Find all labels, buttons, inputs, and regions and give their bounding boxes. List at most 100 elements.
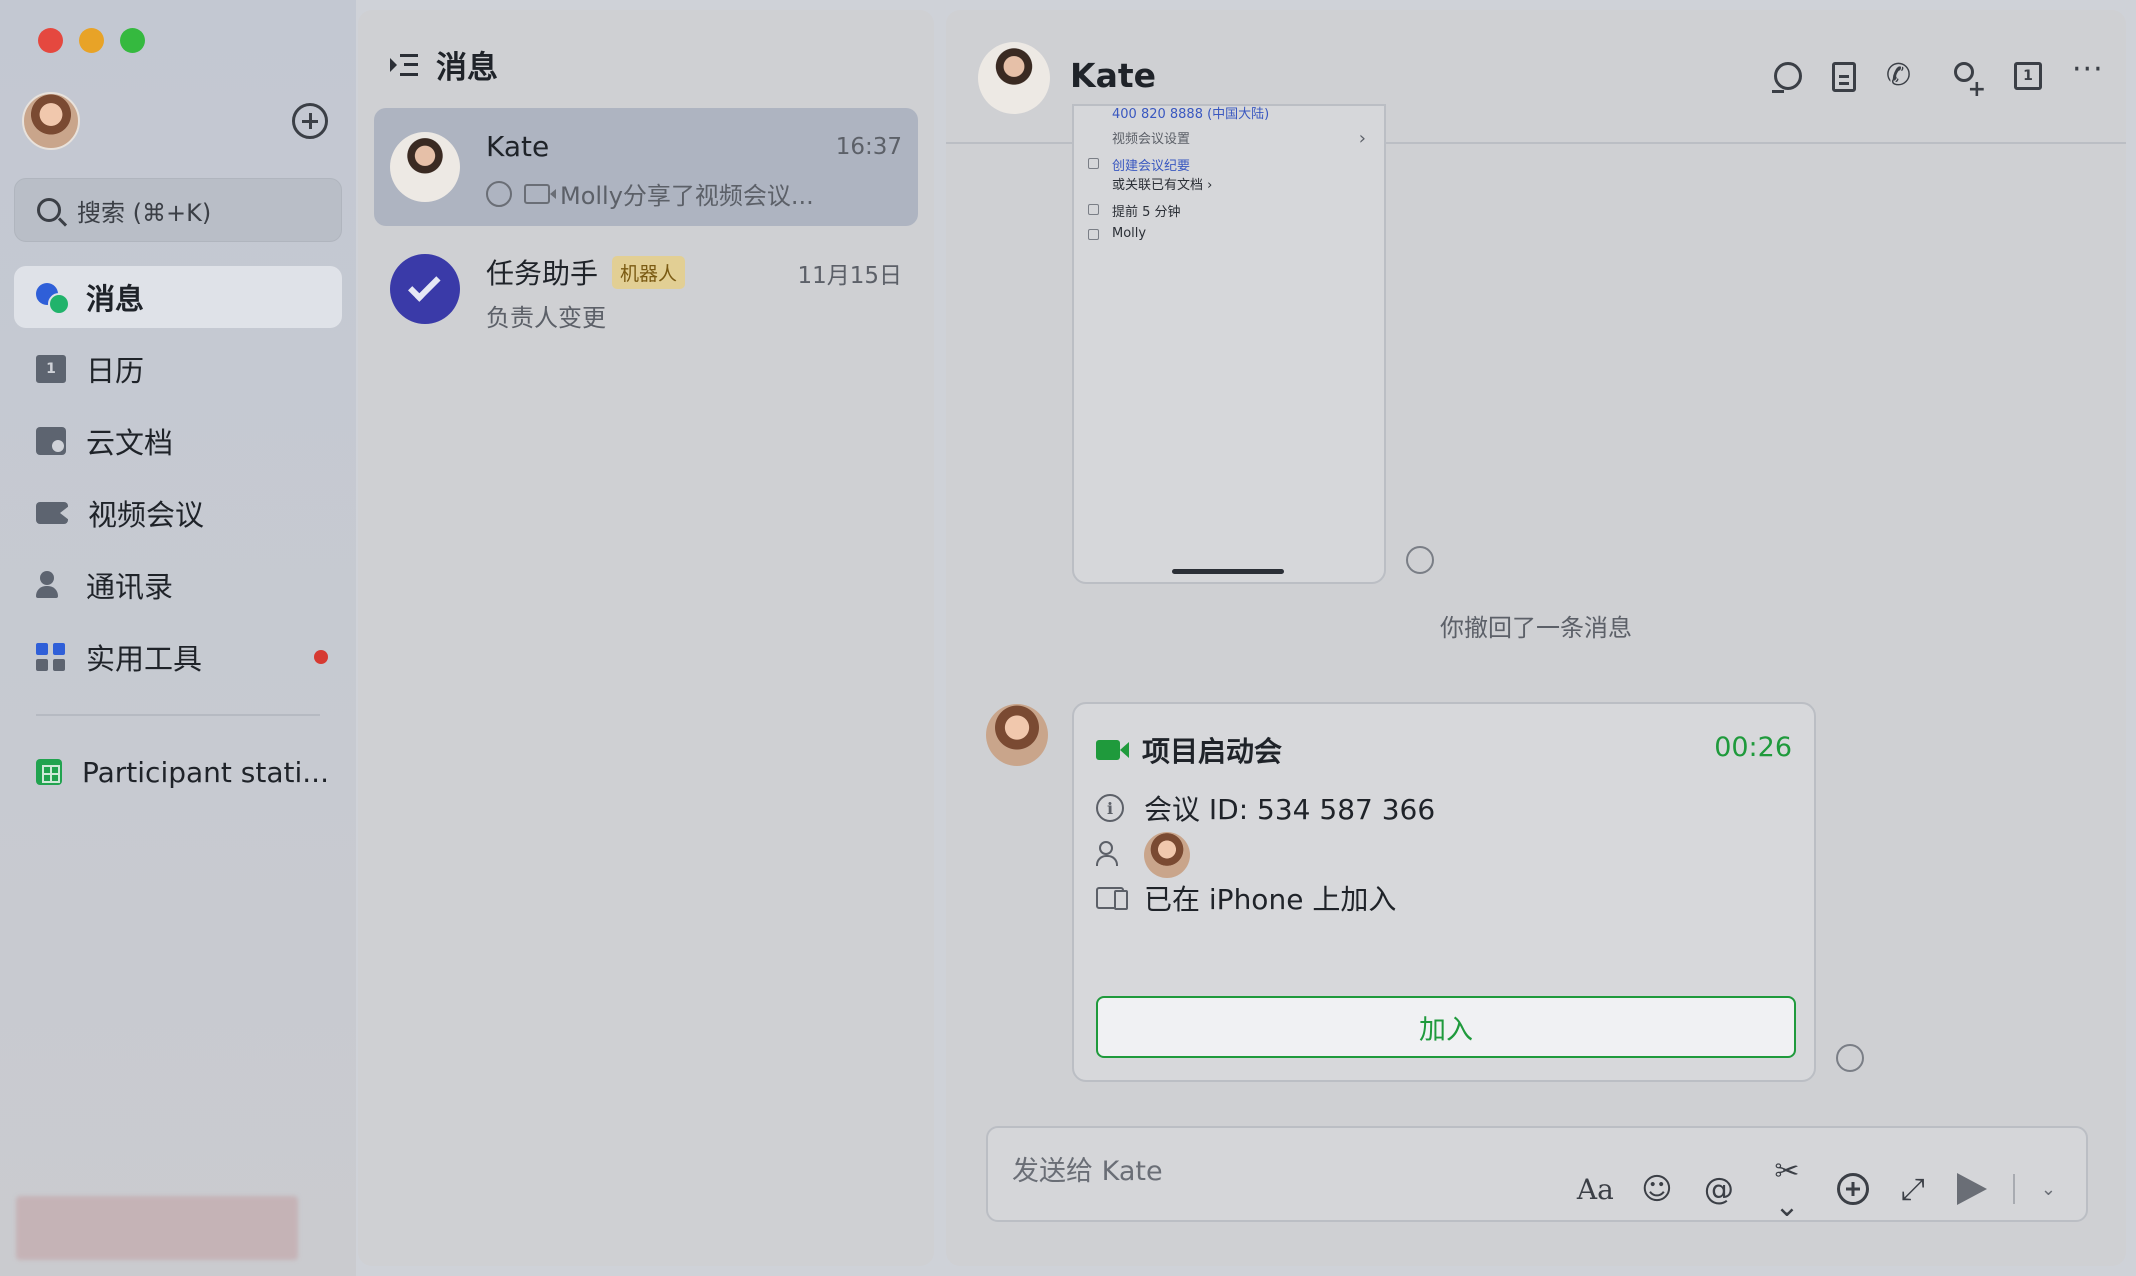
chat-title: Kate [1070, 56, 1156, 95]
composer-toolbar: Aa ☺ @ ✂⌄ ⤢ ⌄ [1577, 1154, 2056, 1224]
app-window: 搜索 (⌘+K) 消息 日历 云文档 视频会议 通讯录 [0, 0, 2136, 1276]
read-status-icon [1406, 546, 1434, 574]
search-icon [37, 198, 61, 222]
sidebar-item-label: 消息 [86, 282, 145, 316]
avatar[interactable] [986, 704, 1048, 766]
meeting-timer: 00:26 [1714, 732, 1792, 763]
image-text-line: 创建会议纪要 [1112, 159, 1191, 174]
window-controls [38, 28, 145, 53]
pinned-item-participant-stats[interactable]: Participant stati... [14, 741, 342, 803]
calendar-icon[interactable] [2014, 62, 2042, 90]
system-note: 你撤回了一条消息 [1440, 614, 1632, 642]
emoji-icon[interactable]: ☺ [1639, 1172, 1675, 1207]
image-text-line: 400 820 8888 (中国大陆) [1112, 107, 1270, 122]
conversation-time: 11月15日 [797, 263, 902, 289]
conversation-name: Kate [486, 130, 550, 163]
home-indicator [1172, 569, 1284, 574]
avatar[interactable] [978, 42, 1050, 114]
conversation-preview: 负责人变更 [486, 304, 606, 332]
user-icon [1088, 229, 1099, 240]
search-placeholder: 搜索 (⌘+K) [77, 198, 212, 227]
video-icon [36, 502, 69, 524]
add-member-icon[interactable] [1950, 62, 1986, 102]
device-row: 已在 iPhone 上加入 [1096, 878, 1396, 918]
meeting-card: 项目启动会 00:26 i 会议 ID: 534 587 366 已在 iPho… [1072, 702, 1816, 1082]
image-text-line: 或关联已有文档 › [1112, 178, 1213, 193]
check-icon [408, 269, 441, 302]
meeting-id: 会议 ID: 534 587 366 [1144, 793, 1436, 826]
list-header: 消息 [390, 42, 498, 87]
sidebar-item-messages[interactable]: 消息 [14, 266, 342, 328]
user-avatar[interactable] [22, 92, 80, 150]
divider [2012, 1174, 2015, 1204]
chat-panel: Kate 400 820 8888 (中国大陆) 视频会议设置 › 创建会议纪要… [946, 10, 2126, 1266]
collapse-menu-icon[interactable] [390, 53, 418, 77]
sidebar-item-video-meeting[interactable]: 视频会议 [14, 482, 342, 544]
info-icon: i [1096, 794, 1124, 822]
sidebar-divider [36, 714, 320, 716]
mention-icon[interactable]: @ [1701, 1172, 1737, 1207]
message-input[interactable] [1012, 1156, 1532, 1187]
close-window-button[interactable] [38, 28, 63, 53]
conversation-name: 任务助手 机器人 [486, 252, 686, 292]
calendar-icon [36, 355, 66, 383]
conversation-preview: Molly分享了视频会议... [486, 176, 814, 211]
text-format-icon[interactable]: Aa [1577, 1173, 1614, 1206]
sidebar-item-label: 实用工具 [86, 642, 203, 676]
participants-row [1096, 832, 1190, 878]
bell-icon [1088, 204, 1099, 215]
chevron-right-icon: › [1358, 128, 1366, 149]
meeting-title: 项目启动会 [1142, 735, 1283, 768]
expand-icon[interactable]: ⤢ [1895, 1172, 1931, 1207]
image-text-line: 提前 5 分钟 [1112, 205, 1181, 220]
minimize-window-button[interactable] [79, 28, 104, 53]
device-status: 已在 iPhone 上加入 [1144, 883, 1397, 916]
avatar [390, 254, 460, 324]
unread-circle-icon [486, 180, 512, 207]
sheet-icon [36, 759, 62, 785]
image-message[interactable]: 400 820 8888 (中国大陆) 视频会议设置 › 创建会议纪要 或关联已… [1072, 104, 1386, 584]
video-camera-icon [1096, 740, 1129, 760]
phone-call-icon[interactable] [1886, 58, 1920, 96]
search-chat-icon[interactable] [1772, 62, 1802, 93]
join-meeting-button[interactable]: 加入 [1096, 996, 1796, 1058]
meeting-header: 项目启动会 [1096, 730, 1282, 770]
add-attachment-icon[interactable] [1836, 1173, 1869, 1205]
sidebar-item-label: 视频会议 [88, 498, 205, 532]
maximize-window-button[interactable] [120, 28, 145, 53]
more-icon[interactable] [2072, 52, 2106, 96]
sidebar-item-calendar[interactable]: 日历 [14, 338, 342, 400]
send-icon[interactable] [1956, 1173, 1987, 1205]
list-title: 消息 [436, 50, 498, 86]
avatar [390, 132, 460, 202]
video-icon [524, 183, 556, 204]
conversation-time: 16:37 [835, 134, 902, 160]
contacts-icon [36, 571, 66, 599]
sidebar-nav: 消息 日历 云文档 视频会议 通讯录 实用工具 [14, 266, 342, 698]
conversation-item-kate[interactable]: Kate 16:37 Molly分享了视频会议... [374, 108, 918, 226]
sidebar-item-label: 云文档 [86, 426, 174, 460]
search-bar[interactable]: 搜索 (⌘+K) [14, 178, 342, 242]
participant-avatar[interactable] [1144, 832, 1190, 878]
image-text-line: Molly [1112, 226, 1147, 241]
sidebar-item-docs[interactable]: 云文档 [14, 410, 342, 472]
screenshot-scissors-icon[interactable]: ✂⌄ [1763, 1154, 1811, 1224]
sidebar-item-contacts[interactable]: 通讯录 [14, 554, 342, 616]
blurred-region [16, 1196, 298, 1260]
message-composer: Aa ☺ @ ✂⌄ ⤢ ⌄ [986, 1126, 2088, 1224]
bot-badge: 机器人 [612, 255, 686, 289]
sidebar-item-tools[interactable]: 实用工具 [14, 626, 342, 688]
devices-icon [1096, 887, 1128, 910]
chat-toolbar [1772, 52, 2106, 102]
docs-icon [36, 427, 66, 455]
sidebar-item-label: 通讯录 [86, 570, 174, 604]
tools-icon [36, 643, 66, 671]
document-icon[interactable] [1832, 62, 1856, 92]
notification-dot [314, 650, 328, 664]
read-status-icon [1836, 1044, 1864, 1072]
create-plus-icon[interactable] [292, 103, 328, 139]
pinned-item-label: Participant stati... [82, 755, 329, 789]
conversation-item-task-assistant[interactable]: 任务助手 机器人 11月15日 负责人变更 [374, 230, 918, 348]
meeting-id-row: i 会议 ID: 534 587 366 [1096, 788, 1435, 828]
send-options-icon[interactable]: ⌄ [2041, 1179, 2056, 1200]
